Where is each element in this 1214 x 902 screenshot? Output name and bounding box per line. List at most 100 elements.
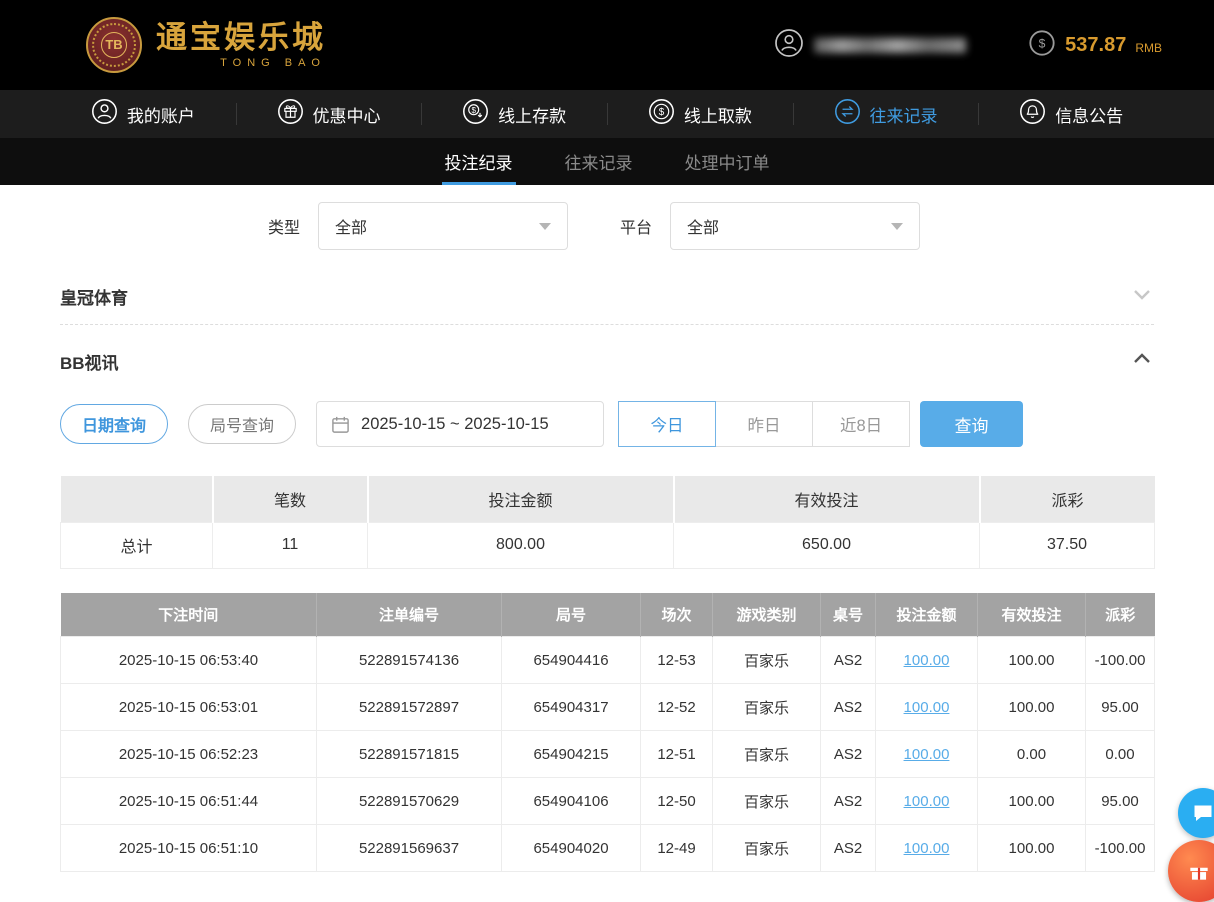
session: 12-50 <box>641 778 713 825</box>
promo-float-button[interactable] <box>1168 840 1214 902</box>
tab-processing-orders[interactable]: 处理中订单 <box>682 138 773 185</box>
payout-cell: -100.00 <box>1086 825 1155 872</box>
section-title: 皇冠体育 <box>60 284 128 309</box>
bet-amount-link[interactable]: 100.00 <box>904 840 950 857</box>
nav-label: 线上存款 <box>498 102 566 127</box>
valid-bet: 100.00 <box>978 684 1086 731</box>
logo-text: 通宝娱乐城 TONG BAO <box>156 22 326 69</box>
chevron-down-icon <box>539 223 551 230</box>
session: 12-51 <box>641 731 713 778</box>
nav-label: 线上取款 <box>684 102 752 127</box>
header-right: $ 537.87 RMB <box>774 28 1162 63</box>
bet-amount: 100.00 <box>876 825 978 872</box>
col-payout: 派彩 <box>1086 593 1155 637</box>
svg-text:$: $ <box>1039 36 1046 50</box>
search-button[interactable]: 查询 <box>920 401 1023 447</box>
filter-row: 类型 全部 平台 全部 <box>268 202 1214 250</box>
nav-online-withdrawal[interactable]: $ 线上取款 <box>607 90 793 138</box>
button-label: 近8日 <box>840 412 882 436</box>
valid-bet: 100.00 <box>978 825 1086 872</box>
table-no: AS2 <box>821 684 876 731</box>
transfer-records-icon <box>834 98 861 130</box>
bet-amount: 100.00 <box>876 684 978 731</box>
bet-id: 522891569637 <box>317 825 502 872</box>
summary-bet-amount: 800.00 <box>368 522 674 568</box>
platform-select[interactable]: 全部 <box>670 202 920 250</box>
bet-amount: 100.00 <box>876 778 978 825</box>
bell-icon <box>1019 98 1046 130</box>
username-blurred <box>814 38 966 53</box>
table-row: 2025-10-15 06:53:40 522891574136 6549044… <box>61 637 1155 684</box>
button-label: 今日 <box>651 412 684 436</box>
bet-id: 522891574136 <box>317 637 502 684</box>
summary-empty-header <box>61 476 213 522</box>
table-no: AS2 <box>821 778 876 825</box>
bet-amount-link[interactable]: 100.00 <box>904 746 950 763</box>
summary-count: 11 <box>213 522 368 568</box>
tab-betting-records[interactable]: 投注纪录 <box>442 138 516 185</box>
user-account[interactable] <box>774 28 966 63</box>
quick-date-group: 今日 昨日 近8日 <box>618 401 910 447</box>
bet-amount-link[interactable]: 100.00 <box>904 652 950 669</box>
nav-promotions[interactable]: 优惠中心 <box>236 90 422 138</box>
nav-announcements[interactable]: 信息公告 <box>978 90 1164 138</box>
type-select[interactable]: 全部 <box>318 202 568 250</box>
last-8-days-button[interactable]: 近8日 <box>812 401 910 447</box>
chevron-down-icon <box>891 223 903 230</box>
section-crown-sports[interactable]: 皇冠体育 <box>60 268 1154 324</box>
deposit-icon: $ <box>462 98 489 130</box>
table-row: 2025-10-15 06:51:10 522891569637 6549040… <box>61 825 1155 872</box>
yesterday-button[interactable]: 昨日 <box>715 401 813 447</box>
bet-time: 2025-10-15 06:53:01 <box>61 684 317 731</box>
table-row: 2025-10-15 06:52:23 522891571815 6549042… <box>61 731 1155 778</box>
summary-col-payout: 派彩 <box>980 476 1155 522</box>
table-no: AS2 <box>821 825 876 872</box>
payout-cell: 95.00 <box>1086 684 1155 731</box>
table-no: AS2 <box>821 637 876 684</box>
bet-amount: 100.00 <box>876 637 978 684</box>
nav-label: 往来记录 <box>870 102 938 127</box>
chevron-up-icon <box>1130 347 1154 376</box>
payout-cell: 95.00 <box>1086 778 1155 825</box>
table-row: 2025-10-15 06:53:01 522891572897 6549043… <box>61 684 1155 731</box>
balance-amount: 537.87 <box>1065 34 1126 57</box>
tab-transaction-records[interactable]: 往来记录 <box>562 138 636 185</box>
game-type: 百家乐 <box>713 778 821 825</box>
bet-time: 2025-10-15 06:53:40 <box>61 637 317 684</box>
round-query-toggle[interactable]: 局号查询 <box>188 404 296 444</box>
bet-time: 2025-10-15 06:51:44 <box>61 778 317 825</box>
col-game-type: 游戏类别 <box>713 593 821 637</box>
payout-cell: -100.00 <box>1086 637 1155 684</box>
nav-transaction-records[interactable]: 往来记录 <box>793 90 979 138</box>
session: 12-53 <box>641 637 713 684</box>
nav-online-deposit[interactable]: $ 线上存款 <box>421 90 607 138</box>
round-id: 654904106 <box>502 778 641 825</box>
user-icon <box>91 98 118 130</box>
summary-col-valid-bet: 有效投注 <box>674 476 980 522</box>
date-range-value: 2025-10-15 ~ 2025-10-15 <box>361 415 549 434</box>
summary-total-row: 总计 11 800.00 650.00 37.50 <box>61 522 1155 568</box>
round-id: 654904020 <box>502 825 641 872</box>
bet-id: 522891572897 <box>317 684 502 731</box>
site-logo[interactable]: TB 通宝娱乐城 TONG BAO <box>86 17 326 73</box>
pill-label: 日期查询 <box>82 412 146 436</box>
svg-text:$: $ <box>659 107 665 118</box>
nav-my-account[interactable]: 我的账户 <box>50 90 236 138</box>
top-header: TB 通宝娱乐城 TONG BAO $ 537.87 RMB <box>0 0 1214 90</box>
bet-amount-link[interactable]: 100.00 <box>904 793 950 810</box>
logo-chip-icon: TB <box>86 17 142 73</box>
chat-float-button[interactable] <box>1178 788 1214 838</box>
today-button[interactable]: 今日 <box>618 401 716 447</box>
bet-id: 522891570629 <box>317 778 502 825</box>
logo-subtitle: TONG BAO <box>156 57 326 69</box>
chevron-down-icon <box>1130 282 1154 311</box>
bet-amount-link[interactable]: 100.00 <box>904 699 950 716</box>
sub-nav: 投注纪录 往来记录 处理中订单 <box>0 138 1214 185</box>
game-type: 百家乐 <box>713 637 821 684</box>
section-bb-video[interactable]: BB视讯 <box>60 325 1154 397</box>
platform-select-value: 全部 <box>687 214 719 238</box>
session: 12-49 <box>641 825 713 872</box>
date-query-toggle[interactable]: 日期查询 <box>60 404 168 444</box>
date-range-picker[interactable]: 2025-10-15 ~ 2025-10-15 <box>316 401 604 447</box>
payout-cell: 0.00 <box>1086 731 1155 778</box>
